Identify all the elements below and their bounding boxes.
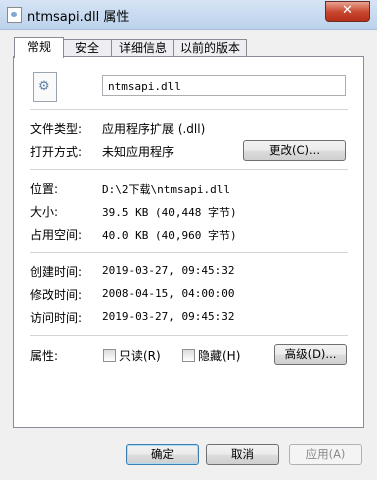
close-icon: ✕ [342,3,353,18]
cancel-button[interactable]: 取消 [206,444,279,465]
window-title: ntmsapi.dll 属性 [27,10,130,25]
title-bar[interactable]: ntmsapi.dll 属性 ✕ [0,0,377,30]
file-type-label: 文件类型: [30,122,83,136]
tab-previous-versions[interactable]: 以前的版本 [173,39,247,57]
size-on-disk-value: 40.0 KB (40,960 字节) [102,229,237,242]
tab-general[interactable]: 常规 [14,37,64,58]
file-name-field[interactable]: ntmsapi.dll [102,75,346,96]
ok-button[interactable]: 确定 [126,444,199,465]
modified-value: 2008-04-15, 04:00:00 [102,287,235,300]
accessed-label: 访问时间: [30,311,83,325]
file-type-value: 应用程序扩展 (.dll) [102,122,206,136]
general-panel: ntmsapi.dll 文件类型: 应用程序扩展 (.dll) 打开方式: 未知… [13,56,364,428]
file-icon [7,7,22,23]
readonly-checkbox[interactable] [103,349,116,362]
attributes-label: 属性: [30,349,59,363]
open-with-value: 未知应用程序 [102,145,175,159]
change-button[interactable]: 更改(C)... [243,140,346,161]
divider [30,335,348,336]
location-label: 位置: [30,182,59,196]
modified-label: 修改时间: [30,288,83,302]
hidden-checkbox[interactable] [182,349,195,362]
advanced-button[interactable]: 高级(D)... [274,344,347,365]
tab-details[interactable]: 详细信息 [111,39,175,57]
divider [30,109,348,110]
created-label: 创建时间: [30,265,83,279]
size-label: 大小: [30,205,59,219]
divider [30,252,348,253]
readonly-label[interactable]: 只读(R) [119,347,161,364]
dll-file-icon [33,72,57,102]
divider [30,169,348,170]
tab-security[interactable]: 安全 [62,39,112,57]
apply-button: 应用(A) [289,444,362,465]
open-with-label: 打开方式: [30,145,83,159]
close-button[interactable]: ✕ [325,1,370,22]
size-value: 39.5 KB (40,448 字节) [102,206,237,219]
hidden-label[interactable]: 隐藏(H) [198,347,240,364]
created-value: 2019-03-27, 09:45:32 [102,264,235,277]
size-on-disk-label: 占用空间: [30,228,83,242]
accessed-value: 2019-03-27, 09:45:32 [102,310,235,323]
location-value: D:\2下载\ntmsapi.dll [102,183,230,196]
